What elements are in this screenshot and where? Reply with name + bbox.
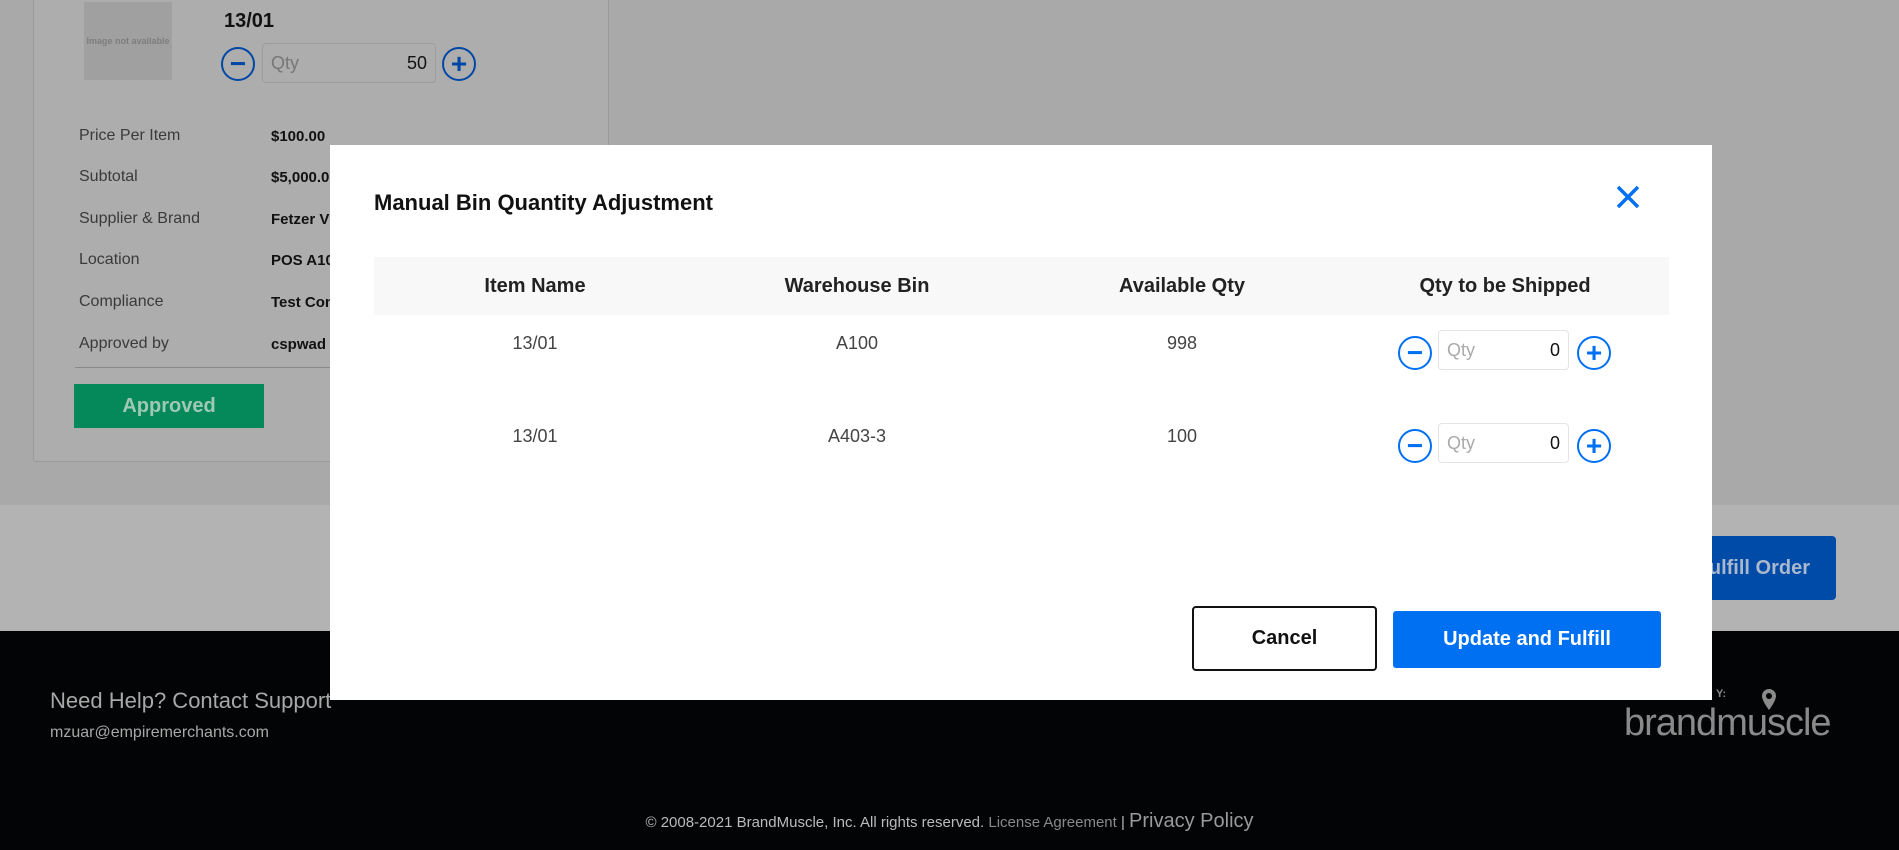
row1-decrement-button[interactable]: − — [1398, 336, 1432, 370]
qty-placeholder: Qty — [271, 52, 300, 73]
qty-value: 50 — [406, 52, 427, 73]
qty-value: 0 — [1549, 432, 1560, 453]
support-email-link[interactable]: mzuar@empiremerchants.com — [50, 724, 269, 742]
decrement-button[interactable]: − — [221, 47, 255, 81]
column-header: Available Qty — [1119, 274, 1245, 297]
detail-label: Location — [79, 251, 140, 268]
divider — [75, 367, 345, 368]
plus-icon: + — [1585, 337, 1603, 368]
powered-by-label: Y: — [1716, 688, 1727, 700]
detail-value: cspwad — [271, 336, 327, 353]
detail-label: Approved by — [79, 335, 169, 352]
column-header: Qty to be Shipped — [1419, 274, 1591, 297]
privacy-policy-link[interactable]: Privacy Policy — [1129, 810, 1253, 832]
approved-badge: Approved — [74, 384, 264, 428]
brandmuscle-logo: brandmuscle — [1624, 702, 1832, 744]
detail-value: $5,000.00 — [271, 169, 331, 186]
detail-label: Compliance — [79, 293, 164, 310]
column-header: Item Name — [484, 274, 586, 297]
cell-item-name: 13/01 — [512, 333, 558, 353]
item-image-placeholder: Image not available — [84, 2, 172, 80]
cancel-button[interactable]: Cancel — [1192, 606, 1377, 671]
detail-value: POS A10 — [271, 252, 331, 269]
help-heading: Need Help? Contact Support — [50, 688, 332, 713]
detail-label: Supplier & Brand — [79, 210, 200, 227]
row2-decrement-button[interactable]: − — [1398, 429, 1432, 463]
close-icon[interactable] — [1615, 184, 1641, 210]
qty-input[interactable]: Qty 50 — [262, 43, 436, 83]
minus-icon: − — [229, 48, 247, 79]
qty-placeholder: Qty — [1447, 432, 1476, 453]
qty-value: 0 — [1549, 339, 1560, 360]
detail-label: Subtotal — [79, 168, 138, 185]
cell-available-qty: 998 — [1166, 333, 1198, 353]
detail-value: $100.00 — [271, 128, 326, 145]
minus-icon: − — [1406, 337, 1424, 368]
detail-label: Price Per Item — [79, 127, 181, 144]
separator: | — [1120, 814, 1125, 831]
increment-button[interactable]: + — [442, 47, 476, 81]
qty-placeholder: Qty — [1447, 339, 1476, 360]
detail-value: Fetzer V — [271, 211, 330, 228]
plus-icon: + — [1585, 430, 1603, 461]
copyright-text: © 2008-2021 BrandMuscle, Inc. All rights… — [645, 814, 985, 831]
detail-value: Test Con — [271, 294, 331, 311]
cell-warehouse-bin: A100 — [835, 333, 879, 353]
row1-increment-button[interactable]: + — [1577, 336, 1611, 370]
minus-icon: − — [1406, 430, 1424, 461]
cell-warehouse-bin: A403-3 — [827, 426, 887, 446]
row2-qty-input[interactable]: Qty 0 — [1438, 423, 1569, 463]
item-name: 13/01 — [224, 10, 275, 32]
copyright-line: © 2008-2021 BrandMuscle, Inc. All rights… — [0, 810, 1899, 833]
row2-increment-button[interactable]: + — [1577, 429, 1611, 463]
row1-qty-input[interactable]: Qty 0 — [1438, 330, 1569, 370]
cell-item-name: 13/01 — [512, 426, 558, 446]
plus-icon: + — [450, 48, 468, 79]
update-and-fulfill-button[interactable]: Update and Fulfill — [1393, 611, 1661, 668]
column-header: Warehouse Bin — [784, 274, 930, 297]
license-agreement-link[interactable]: License Agreement — [988, 814, 1116, 831]
modal-title: Manual Bin Quantity Adjustment — [374, 190, 713, 215]
cell-available-qty: 100 — [1166, 426, 1198, 446]
